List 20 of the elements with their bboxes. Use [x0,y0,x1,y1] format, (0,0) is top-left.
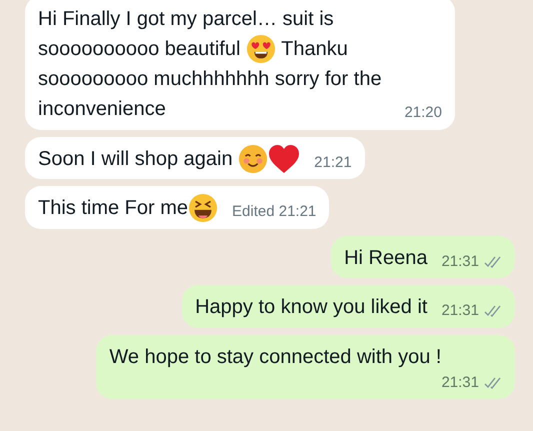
smiling-face-icon [238,144,268,174]
message-text: Hi Reena [344,246,428,271]
message-text: We hope to stay connected with you ! [109,344,442,370]
heart-eyes-face-icon [246,34,276,64]
heart-icon [268,144,300,174]
message-text: soooooooooo beautiful [38,37,242,62]
message-text: Hi Finally I got my parcel… suit is [38,7,334,32]
message-text: sooooooooo muchhhhhhh sorry for the [38,67,382,92]
message-time: 21:31 [441,372,479,392]
message-text: Happy to know you liked it [195,295,428,320]
message-time: 21:31 [441,301,479,321]
message-time: 21:31 [441,252,479,272]
message-time: 21:21 [314,152,352,172]
message-time: Edited 21:21 [232,202,316,222]
message-time: 21:20 [404,103,442,123]
message-text: Thanku [280,37,348,62]
laughing-face-icon [188,193,218,224]
message-text: Soon I will shop again [38,146,234,172]
message-text: This time For me [38,196,188,222]
message-text: inconvenience [38,97,166,122]
